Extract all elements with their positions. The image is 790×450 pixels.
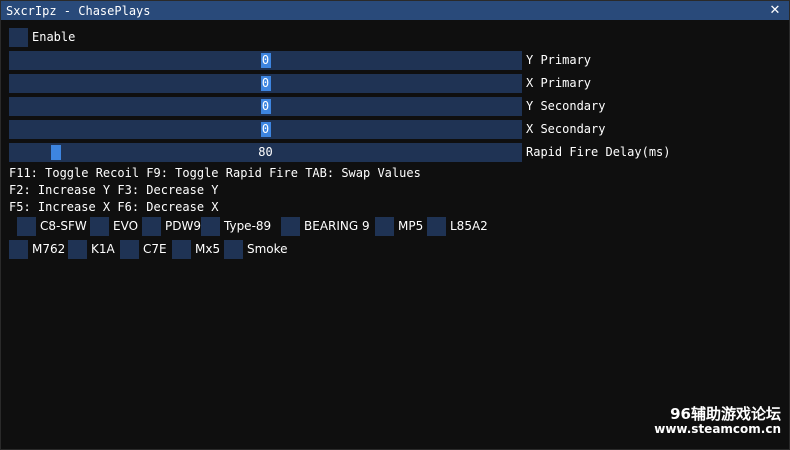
help-line-recoil-rapid: F11: Toggle Recoil F9: Toggle Rapid Fire… bbox=[9, 166, 421, 180]
slider-x-primary[interactable]: 0 bbox=[9, 74, 522, 93]
help-line-x-keys: F5: Increase X F6: Decrease X bbox=[9, 200, 219, 214]
window-title: SxcrIpz - ChasePlays bbox=[6, 3, 151, 18]
watermark-forum-name: 96辅助游戏论坛 bbox=[670, 405, 781, 423]
weapon-label-type-89: Type-89 bbox=[224, 219, 272, 233]
weapon-label-mx5: Mx5 bbox=[195, 242, 221, 256]
slider-label-y-primary: Y Primary bbox=[526, 53, 592, 67]
weapon-checkbox-pdw9[interactable] bbox=[142, 217, 161, 236]
weapon-label-k1a: K1A bbox=[91, 242, 115, 256]
close-icon[interactable]: ✕ bbox=[767, 2, 783, 18]
weapon-checkbox-type-89[interactable] bbox=[201, 217, 220, 236]
watermark-url: www.steamcom.cn bbox=[654, 422, 781, 436]
slider-label-y-secondary: Y Secondary bbox=[526, 99, 606, 113]
slider-rapid-fire-delay[interactable]: 80 bbox=[9, 143, 522, 162]
slider-value: 0 bbox=[261, 76, 270, 90]
help-line-y-keys: F2: Increase Y F3: Decrease Y bbox=[9, 183, 219, 197]
enable-checkbox[interactable] bbox=[9, 28, 28, 47]
weapon-checkbox-l85a2[interactable] bbox=[427, 217, 446, 236]
weapon-checkbox-c8-sfw[interactable] bbox=[17, 217, 36, 236]
weapon-checkbox-m762[interactable] bbox=[9, 240, 28, 259]
weapon-label-l85a2: L85A2 bbox=[450, 219, 488, 233]
weapon-label-c8-sfw: C8-SFW bbox=[40, 219, 87, 233]
weapon-label-evo: EVO bbox=[113, 219, 139, 233]
slider-label-x-secondary: X Secondary bbox=[526, 122, 606, 136]
slider-y-secondary[interactable]: 0 bbox=[9, 97, 522, 116]
app-window: SxcrIpz - ChasePlays ✕ Enable 0 Y Primar… bbox=[0, 0, 790, 450]
weapon-label-smoke: Smoke bbox=[247, 242, 288, 256]
slider-label-rapid-fire-delay: Rapid Fire Delay(ms) bbox=[526, 145, 671, 159]
weapon-checkbox-mp5[interactable] bbox=[375, 217, 394, 236]
weapon-checkbox-smoke[interactable] bbox=[224, 240, 243, 259]
weapon-label-c7e: C7E bbox=[143, 242, 167, 256]
weapon-checkbox-mx5[interactable] bbox=[172, 240, 191, 259]
weapon-label-mp5: MP5 bbox=[398, 219, 424, 233]
slider-value: 0 bbox=[261, 122, 270, 136]
enable-label: Enable bbox=[32, 30, 76, 44]
title-bar[interactable]: SxcrIpz - ChasePlays ✕ bbox=[1, 1, 789, 20]
slider-label-x-primary: X Primary bbox=[526, 76, 592, 90]
weapon-label-m762: M762 bbox=[32, 242, 66, 256]
weapon-checkbox-k1a[interactable] bbox=[68, 240, 87, 259]
slider-value: 0 bbox=[261, 53, 270, 67]
weapon-checkbox-c7e[interactable] bbox=[120, 240, 139, 259]
weapon-checkbox-bearing-9[interactable] bbox=[281, 217, 300, 236]
weapon-label-bearing-9: BEARING 9 bbox=[304, 219, 370, 233]
weapon-checkbox-evo[interactable] bbox=[90, 217, 109, 236]
slider-value: 0 bbox=[261, 99, 270, 113]
slider-y-primary[interactable]: 0 bbox=[9, 51, 522, 70]
slider-x-secondary[interactable]: 0 bbox=[9, 120, 522, 139]
slider-value: 80 bbox=[258, 145, 273, 159]
weapon-label-pdw9: PDW9 bbox=[165, 219, 201, 233]
